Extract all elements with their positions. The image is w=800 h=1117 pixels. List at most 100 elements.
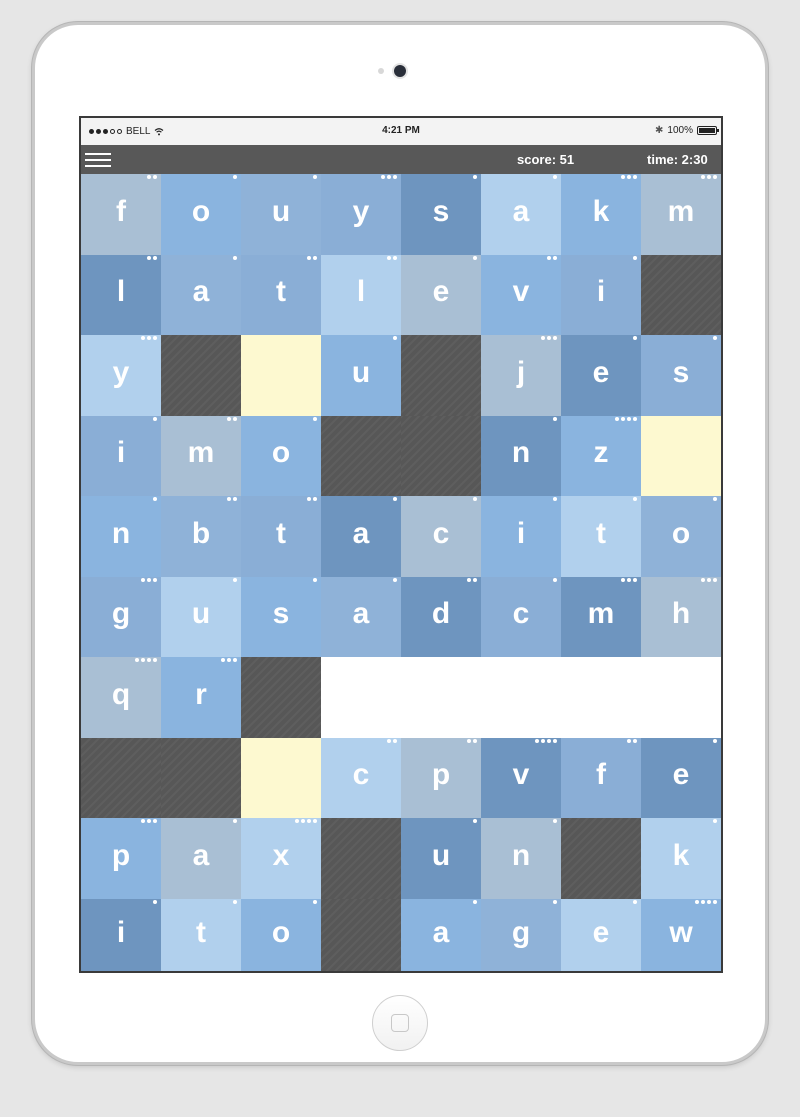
letter-tile[interactable]: o [241, 416, 321, 496]
tile-letter: t [596, 517, 606, 550]
selected-letter-tile[interactable]: u [561, 657, 641, 738]
letter-tile[interactable]: c [481, 577, 561, 657]
letter-tile[interactable]: e [561, 899, 641, 971]
point-dots [633, 658, 637, 662]
letter-tile[interactable]: a [161, 255, 241, 335]
letter-tile[interactable]: e [561, 335, 641, 416]
letter-tile[interactable]: a [481, 174, 561, 255]
letter-tile[interactable]: g [481, 899, 561, 971]
point-dots [233, 256, 237, 260]
letter-tile[interactable]: h [641, 577, 721, 657]
point-dots [135, 658, 157, 662]
letter-tile[interactable]: t [161, 899, 241, 971]
letter-tile[interactable]: c [321, 738, 401, 818]
tile-letter: v [512, 275, 530, 308]
letter-tile[interactable]: n [81, 496, 161, 577]
letter-tile[interactable]: w [641, 899, 721, 971]
game-toolbar: score: 51 time: 2:30 [81, 145, 721, 174]
letter-tile[interactable]: a [321, 496, 401, 577]
point-dots [633, 497, 637, 501]
letter-tile[interactable]: p [401, 738, 481, 818]
point-dots [473, 819, 477, 823]
tile-letter: s [272, 597, 290, 630]
status-time: 4:21 PM [382, 125, 420, 136]
point-dots [553, 497, 557, 501]
letter-tile[interactable]: k [641, 818, 721, 899]
tile-letter: e [432, 275, 450, 308]
letter-tile[interactable]: f [561, 738, 641, 818]
letter-tile[interactable]: c [401, 496, 481, 577]
letter-tile[interactable]: u [401, 818, 481, 899]
letter-tile[interactable]: e [401, 255, 481, 335]
letter-tile[interactable]: u [161, 577, 241, 657]
tile-letter: n [511, 436, 531, 469]
point-dots [553, 819, 557, 823]
point-dots [553, 900, 557, 904]
tile-letter: l [356, 275, 366, 308]
letter-tile[interactable]: k [561, 174, 641, 255]
letter-tile[interactable]: p [81, 818, 161, 899]
letter-tile[interactable]: b [161, 496, 241, 577]
letter-tile[interactable]: d [401, 577, 481, 657]
letter-tile[interactable]: e [641, 738, 721, 818]
point-dots [313, 578, 317, 582]
tile-letter: u [271, 195, 291, 228]
letter-tile[interactable]: o [161, 174, 241, 255]
letter-tile[interactable]: t [561, 496, 641, 577]
point-dots [473, 497, 477, 501]
letter-tile[interactable]: q [81, 657, 161, 738]
letter-tile[interactable]: m [561, 577, 641, 657]
selected-letter-tile[interactable]: s [641, 657, 721, 738]
letter-tile[interactable]: g [81, 577, 161, 657]
letter-tile[interactable]: n [481, 818, 561, 899]
letter-tile[interactable]: i [561, 255, 641, 335]
letter-tile[interactable]: i [481, 496, 561, 577]
selected-letter-tile[interactable]: t [481, 657, 561, 738]
letter-tile[interactable]: v [481, 738, 561, 818]
letter-tile[interactable]: v [481, 255, 561, 335]
letter-tile[interactable]: r [161, 657, 241, 738]
letter-tile[interactable]: x [241, 818, 321, 899]
letter-tile[interactable]: l [81, 255, 161, 335]
selected-letter-tile[interactable]: o [401, 657, 481, 738]
letter-tile[interactable]: y [321, 174, 401, 255]
point-dots [153, 497, 157, 501]
point-dots [473, 175, 477, 179]
battery-percent: 100% [667, 125, 693, 136]
letter-tile[interactable]: o [641, 496, 721, 577]
letter-tile[interactable]: f [81, 174, 161, 255]
hamburger-menu-icon[interactable] [85, 151, 111, 168]
letter-tile[interactable]: z [561, 416, 641, 496]
tile-letter: b [191, 517, 211, 550]
letter-tile[interactable]: m [161, 416, 241, 496]
home-button-icon[interactable] [372, 995, 428, 1051]
letter-tile[interactable]: i [81, 899, 161, 971]
letter-tile[interactable]: y [81, 335, 161, 416]
tile-letter: v [512, 758, 530, 791]
letter-tile[interactable]: t [241, 496, 321, 577]
letter-tile[interactable]: s [641, 335, 721, 416]
letter-tile[interactable]: t [241, 255, 321, 335]
letter-tile[interactable]: i [81, 416, 161, 496]
point-dots [141, 578, 157, 582]
letter-tile[interactable]: o [241, 899, 321, 971]
tile-letter: n [111, 517, 131, 550]
letter-tile[interactable]: n [481, 416, 561, 496]
tile-letter: h [671, 597, 691, 630]
letter-tile[interactable]: a [401, 899, 481, 971]
letter-tile[interactable]: u [241, 174, 321, 255]
letter-tile[interactable]: j [481, 335, 561, 416]
letter-tile[interactable]: m [641, 174, 721, 255]
letter-tile[interactable]: s [241, 577, 321, 657]
letter-tile[interactable]: a [321, 577, 401, 657]
tile-letter: q [111, 678, 131, 711]
letter-tile[interactable]: u [321, 335, 401, 416]
letter-tile[interactable]: l [321, 255, 401, 335]
point-dots [313, 900, 317, 904]
selected-letter-tile[interactable]: l [321, 657, 401, 738]
tile-letter: t [276, 517, 286, 550]
blocked-tile [81, 738, 161, 818]
letter-tile[interactable]: a [161, 818, 241, 899]
tile-letter: u [351, 356, 371, 389]
letter-tile[interactable]: s [401, 174, 481, 255]
